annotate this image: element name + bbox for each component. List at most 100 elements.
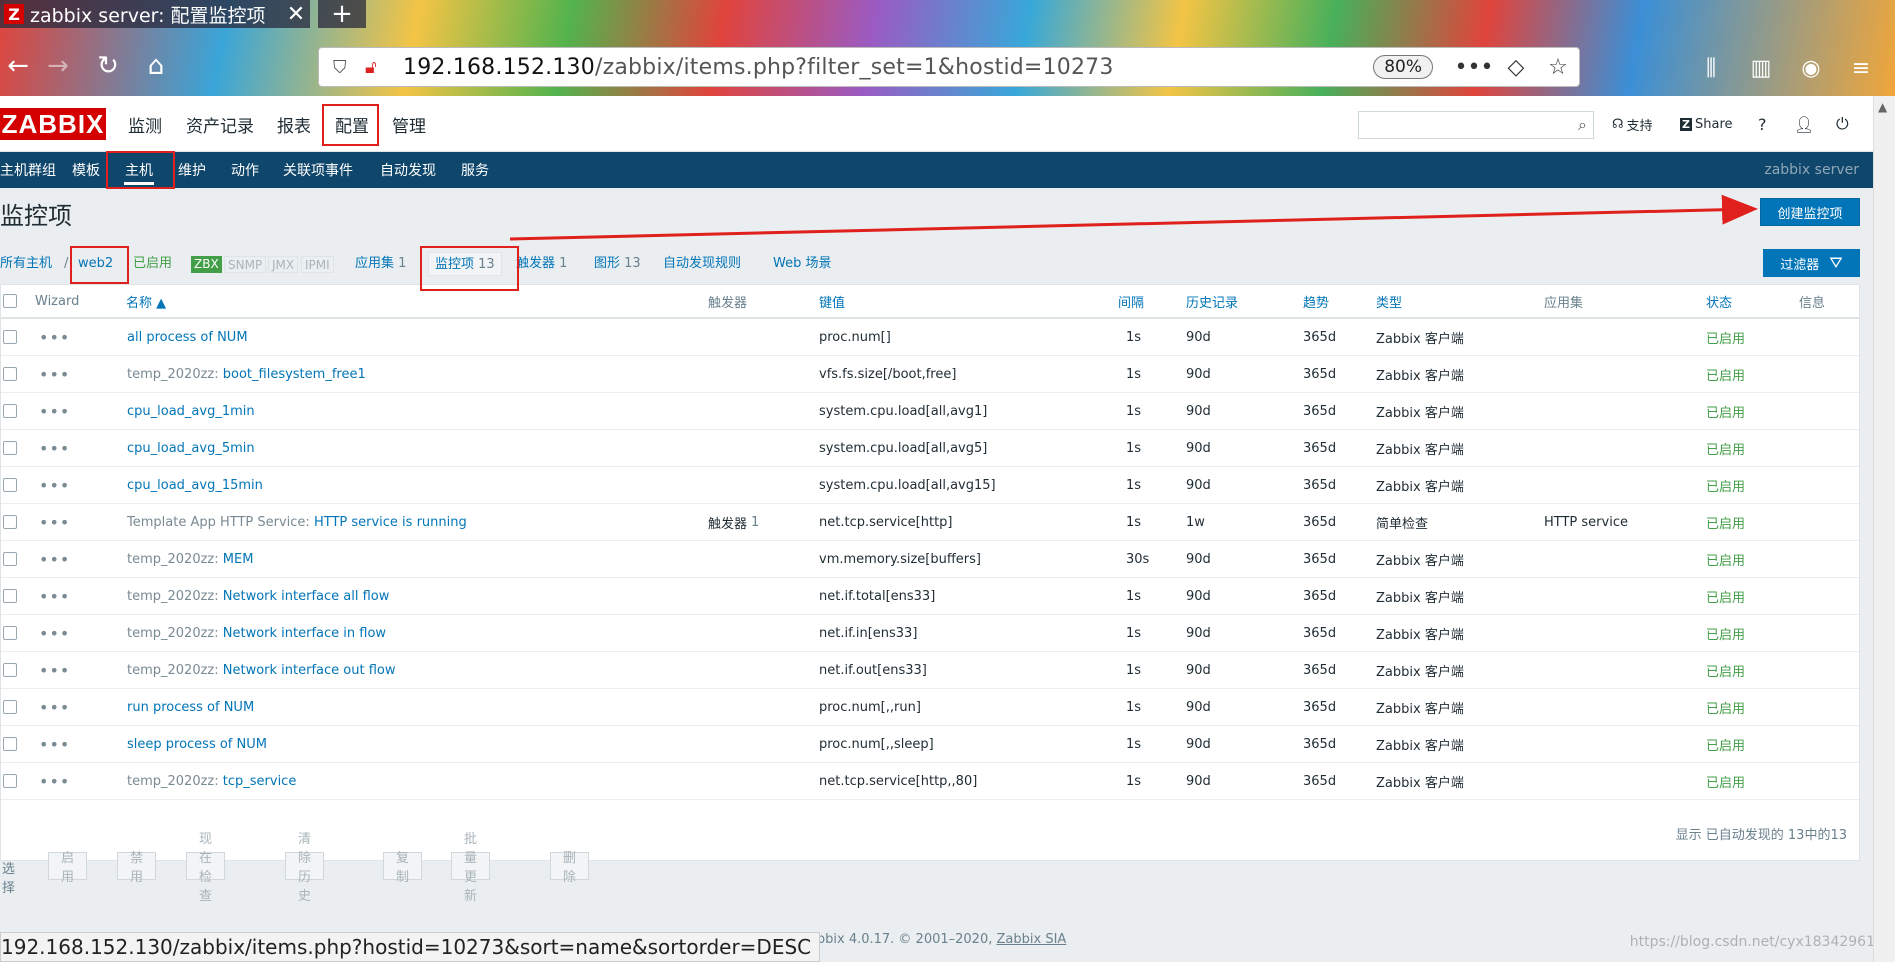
item-name-link[interactable]: MEM: [223, 552, 254, 567]
row-checkbox[interactable]: [3, 467, 17, 503]
sidebar-icon[interactable]: ▥: [1744, 52, 1778, 84]
item-name-link[interactable]: run process of NUM: [127, 700, 254, 715]
header-trends-sort[interactable]: 趋势: [1303, 285, 1329, 317]
item-name-link[interactable]: all process of NUM: [127, 330, 248, 345]
insecure-lock-icon[interactable]: 🔓︎: [365, 57, 395, 78]
wizard-menu-icon[interactable]: •••: [39, 504, 70, 540]
submenu-actions[interactable]: 动作: [231, 152, 259, 188]
header-interval-sort[interactable]: 间隔: [1118, 285, 1144, 317]
menu-monitoring[interactable]: 监测: [128, 96, 162, 152]
item-status-toggle[interactable]: 已启用: [1706, 504, 1745, 540]
item-status-toggle[interactable]: 已启用: [1706, 652, 1745, 688]
pocket-icon[interactable]: ◇: [1495, 55, 1537, 80]
row-checkbox[interactable]: [3, 541, 17, 577]
crumb-discovery-rules[interactable]: 自动发现规则: [663, 252, 741, 276]
wizard-menu-icon[interactable]: •••: [39, 430, 70, 466]
template-prefix-link[interactable]: temp_2020zz:: [127, 589, 223, 604]
crumb-graphs[interactable]: 图形 13: [594, 252, 641, 276]
item-triggers-link[interactable]: 触发器 1: [708, 504, 759, 540]
submenu-maintenance[interactable]: 维护: [178, 152, 206, 188]
menu-reports[interactable]: 报表: [277, 96, 311, 152]
delete-button[interactable]: 删除: [550, 851, 590, 885]
row-checkbox[interactable]: [3, 615, 17, 651]
share-link[interactable]: Z Share: [1680, 96, 1733, 152]
crumb-items-active[interactable]: 监控项 13: [428, 252, 502, 276]
submenu-discovery[interactable]: 自动发现: [380, 152, 436, 188]
header-history-sort[interactable]: 历史记录: [1186, 285, 1238, 317]
crumb-triggers[interactable]: 触发器 1: [516, 252, 567, 276]
row-checkbox[interactable]: [3, 578, 17, 614]
item-name-link[interactable]: boot_filesystem_free1: [223, 367, 366, 382]
zoom-level[interactable]: 80%: [1373, 55, 1433, 79]
browser-tab-active[interactable]: Z zabbix server: 配置监控项 ✕: [0, 0, 310, 28]
row-checkbox[interactable]: [3, 504, 17, 540]
item-name-link[interactable]: HTTP service is running: [314, 515, 467, 530]
header-name-sort[interactable]: 名称 ▲: [126, 285, 166, 317]
mass-update-button[interactable]: 批量更新: [451, 832, 491, 904]
support-link[interactable]: ☊ 支持: [1612, 96, 1653, 152]
reload-icon[interactable]: ↻: [92, 50, 124, 82]
wizard-menu-icon[interactable]: •••: [39, 726, 70, 762]
item-status-toggle[interactable]: 已启用: [1706, 319, 1745, 355]
wizard-menu-icon[interactable]: •••: [39, 467, 70, 503]
item-name-link[interactable]: sleep process of NUM: [127, 737, 267, 752]
account-icon[interactable]: ◉: [1794, 52, 1828, 84]
select-all-checkbox[interactable]: [3, 285, 17, 317]
item-name-link[interactable]: cpu_load_avg_1min: [127, 404, 255, 419]
footer-company-link[interactable]: Zabbix SIA: [997, 932, 1067, 947]
crumb-host-web2[interactable]: web2: [78, 252, 113, 276]
forward-arrow-icon[interactable]: →: [42, 50, 74, 82]
submenu-host-groups[interactable]: 主机群组: [0, 152, 56, 188]
close-tab-icon[interactable]: ✕: [282, 2, 310, 27]
wizard-menu-icon[interactable]: •••: [39, 689, 70, 725]
item-status-toggle[interactable]: 已启用: [1706, 356, 1745, 392]
filter-button[interactable]: 过滤器 ⛛: [1763, 249, 1860, 277]
menu-inventory[interactable]: 资产记录: [186, 96, 254, 152]
wizard-menu-icon[interactable]: •••: [39, 652, 70, 688]
wizard-menu-icon[interactable]: •••: [39, 393, 70, 429]
item-name-link[interactable]: Network interface in flow: [223, 626, 386, 641]
item-name-link[interactable]: Network interface all flow: [223, 589, 390, 604]
template-prefix-link[interactable]: temp_2020zz:: [127, 626, 223, 641]
page-scrollbar[interactable]: ▲: [1873, 96, 1895, 962]
logout-icon[interactable]: ⏻: [1836, 96, 1849, 152]
crumb-applications[interactable]: 应用集 1: [355, 252, 406, 276]
menu-configuration[interactable]: 配置: [335, 96, 369, 152]
enable-button[interactable]: 启用: [48, 851, 88, 885]
wizard-menu-icon[interactable]: •••: [39, 763, 70, 799]
item-status-toggle[interactable]: 已启用: [1706, 541, 1745, 577]
template-prefix-link[interactable]: temp_2020zz:: [127, 552, 223, 567]
item-status-toggle[interactable]: 已启用: [1706, 615, 1745, 651]
row-checkbox[interactable]: [3, 726, 17, 762]
bookmark-star-icon[interactable]: ☆: [1537, 55, 1579, 80]
search-input[interactable]: ⌕: [1358, 111, 1594, 139]
item-status-toggle[interactable]: 已启用: [1706, 393, 1745, 429]
template-prefix-link[interactable]: temp_2020zz:: [127, 774, 223, 789]
item-status-toggle[interactable]: 已启用: [1706, 726, 1745, 762]
item-status-toggle[interactable]: 已启用: [1706, 689, 1745, 725]
shield-icon[interactable]: ⛉: [333, 57, 359, 78]
template-prefix-link[interactable]: Template App HTTP Service:: [127, 515, 314, 530]
menu-administration[interactable]: 管理: [392, 96, 426, 152]
zabbix-logo[interactable]: ZABBIX: [0, 108, 106, 140]
new-tab-icon[interactable]: +: [318, 0, 366, 29]
user-profile-icon[interactable]: 👤︎: [1794, 96, 1814, 152]
row-checkbox[interactable]: [3, 689, 17, 725]
header-key-sort[interactable]: 键值: [819, 285, 845, 317]
wizard-menu-icon[interactable]: •••: [39, 319, 70, 355]
url-bar[interactable]: ⛉ 🔓︎ 192.168.152.130/zabbix/items.php?fi…: [318, 47, 1580, 87]
template-prefix-link[interactable]: temp_2020zz:: [127, 367, 223, 382]
scroll-up-arrow-icon[interactable]: ▲: [1878, 100, 1887, 114]
header-type-sort[interactable]: 类型: [1376, 285, 1402, 317]
crumb-all-hosts[interactable]: 所有主机: [0, 252, 52, 276]
item-status-toggle[interactable]: 已启用: [1706, 430, 1745, 466]
create-item-button[interactable]: 创建监控项: [1760, 198, 1860, 226]
back-arrow-icon[interactable]: ←: [2, 50, 34, 82]
help-icon[interactable]: ?: [1758, 96, 1767, 152]
item-name-link[interactable]: cpu_load_avg_15min: [127, 478, 263, 493]
row-checkbox[interactable]: [3, 319, 17, 355]
clear-history-button[interactable]: 清除历史: [285, 832, 325, 904]
wizard-menu-icon[interactable]: •••: [39, 356, 70, 392]
wizard-menu-icon[interactable]: •••: [39, 615, 70, 651]
row-checkbox[interactable]: [3, 393, 17, 429]
